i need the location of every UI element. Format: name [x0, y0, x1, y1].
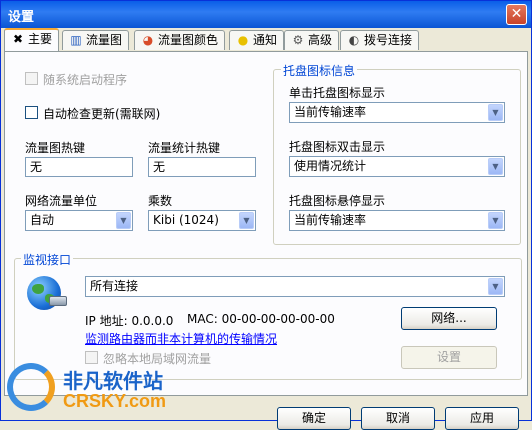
chart-icon: ▥: [70, 33, 82, 47]
apply-button[interactable]: 应用: [445, 407, 519, 430]
watermark-swirl-icon: [7, 363, 55, 411]
close-icon: ✕: [510, 6, 523, 22]
mac-address-text: MAC: 00-00-00-00-00-00: [187, 312, 335, 326]
graph-hotkey-label: 流量图热键: [25, 141, 86, 155]
network-plug-icon: [49, 296, 67, 306]
multiplier-select[interactable]: Kibi (1024) ▼: [148, 210, 256, 231]
tray-dblclick-select[interactable]: 使用情况统计 ▼: [289, 156, 505, 177]
stats-hotkey-input[interactable]: 无: [148, 157, 256, 177]
settings-icon: ⚙: [292, 33, 304, 47]
chevron-down-icon[interactable]: ▼: [239, 212, 254, 229]
tray-hover-select[interactable]: 当前传输速率 ▼: [289, 210, 505, 231]
chevron-down-icon[interactable]: ▼: [116, 212, 131, 229]
autoupdate-label: 自动检查更新(需联网): [43, 107, 161, 121]
tray-hover-label: 托盘图标悬停显示: [289, 194, 386, 208]
tab-notify[interactable]: ● 通知: [229, 30, 285, 50]
monitor-settings-button[interactable]: 设置: [401, 346, 497, 369]
graph-hotkey-input[interactable]: 无: [25, 157, 133, 177]
cancel-button[interactable]: 取消: [361, 407, 435, 430]
chevron-down-icon[interactable]: ▼: [488, 278, 503, 295]
watermark-logo: 非凡软件站 CRSKY.com: [1, 359, 191, 422]
modem-icon: ◐: [348, 33, 360, 47]
tray-click-select[interactable]: 当前传输速率 ▼: [289, 102, 505, 123]
title-bar[interactable]: 设置 ✕: [1, 1, 531, 28]
autostart-label: 随系统启动程序: [43, 73, 128, 87]
window-title: 设置: [8, 10, 35, 25]
stats-hotkey-label: 流量统计热键: [148, 141, 221, 155]
ok-button[interactable]: 确定: [277, 407, 351, 430]
autoupdate-checkbox[interactable]: [25, 106, 38, 119]
tray-click-label: 单击托盘图标显示: [289, 86, 386, 100]
close-button[interactable]: ✕: [506, 4, 527, 25]
tab-graph[interactable]: ▥ 流量图: [62, 30, 130, 50]
multiplier-label: 乘数: [148, 194, 173, 208]
autostart-checkbox[interactable]: [25, 72, 38, 85]
interface-select[interactable]: 所有连接 ▼: [85, 276, 505, 297]
ip-address-text: IP 地址: 0.0.0.0: [85, 314, 174, 328]
main-panel: 随系统启动程序 自动检查更新(需联网) 流量图热键 无 流量统计热键 无 网络流…: [4, 51, 528, 396]
tab-dialup[interactable]: ◐ 拨号连接: [340, 30, 420, 50]
wrench-icon: ✖: [12, 32, 24, 46]
monitor-group-title: 监视接口: [21, 251, 74, 268]
tab-main[interactable]: ✖ 主要: [4, 28, 60, 51]
network-button[interactable]: 网络...: [401, 307, 497, 330]
tray-group-title: 托盘图标信息: [281, 62, 358, 79]
settings-window: 设置 ✕ ✖ 主要 ▥ 流量图 ◕ 流量图颜色 ● 通知 ⚙ 高级 ◐ 拨号连接 随系统启动…: [0, 0, 532, 430]
chevron-down-icon[interactable]: ▼: [488, 212, 503, 229]
watermark-text-cn: 非凡软件站: [63, 369, 163, 393]
bulb-icon: ●: [237, 33, 249, 47]
tray-dblclick-label: 托盘图标双击显示: [289, 140, 386, 154]
unit-label: 网络流量单位: [25, 194, 98, 208]
palette-icon: ◕: [142, 33, 154, 47]
router-monitor-link[interactable]: 监测路由器而非本计算机的传输情况: [85, 330, 277, 347]
tab-graph-colors[interactable]: ◕ 流量图颜色: [134, 30, 226, 50]
unit-select[interactable]: 自动 ▼: [25, 210, 133, 231]
tab-advanced[interactable]: ⚙ 高级: [284, 30, 340, 50]
globe-land: [32, 284, 44, 294]
watermark-text-en: CRSKY.com: [63, 391, 167, 411]
chevron-down-icon[interactable]: ▼: [488, 104, 503, 121]
chevron-down-icon[interactable]: ▼: [488, 158, 503, 175]
